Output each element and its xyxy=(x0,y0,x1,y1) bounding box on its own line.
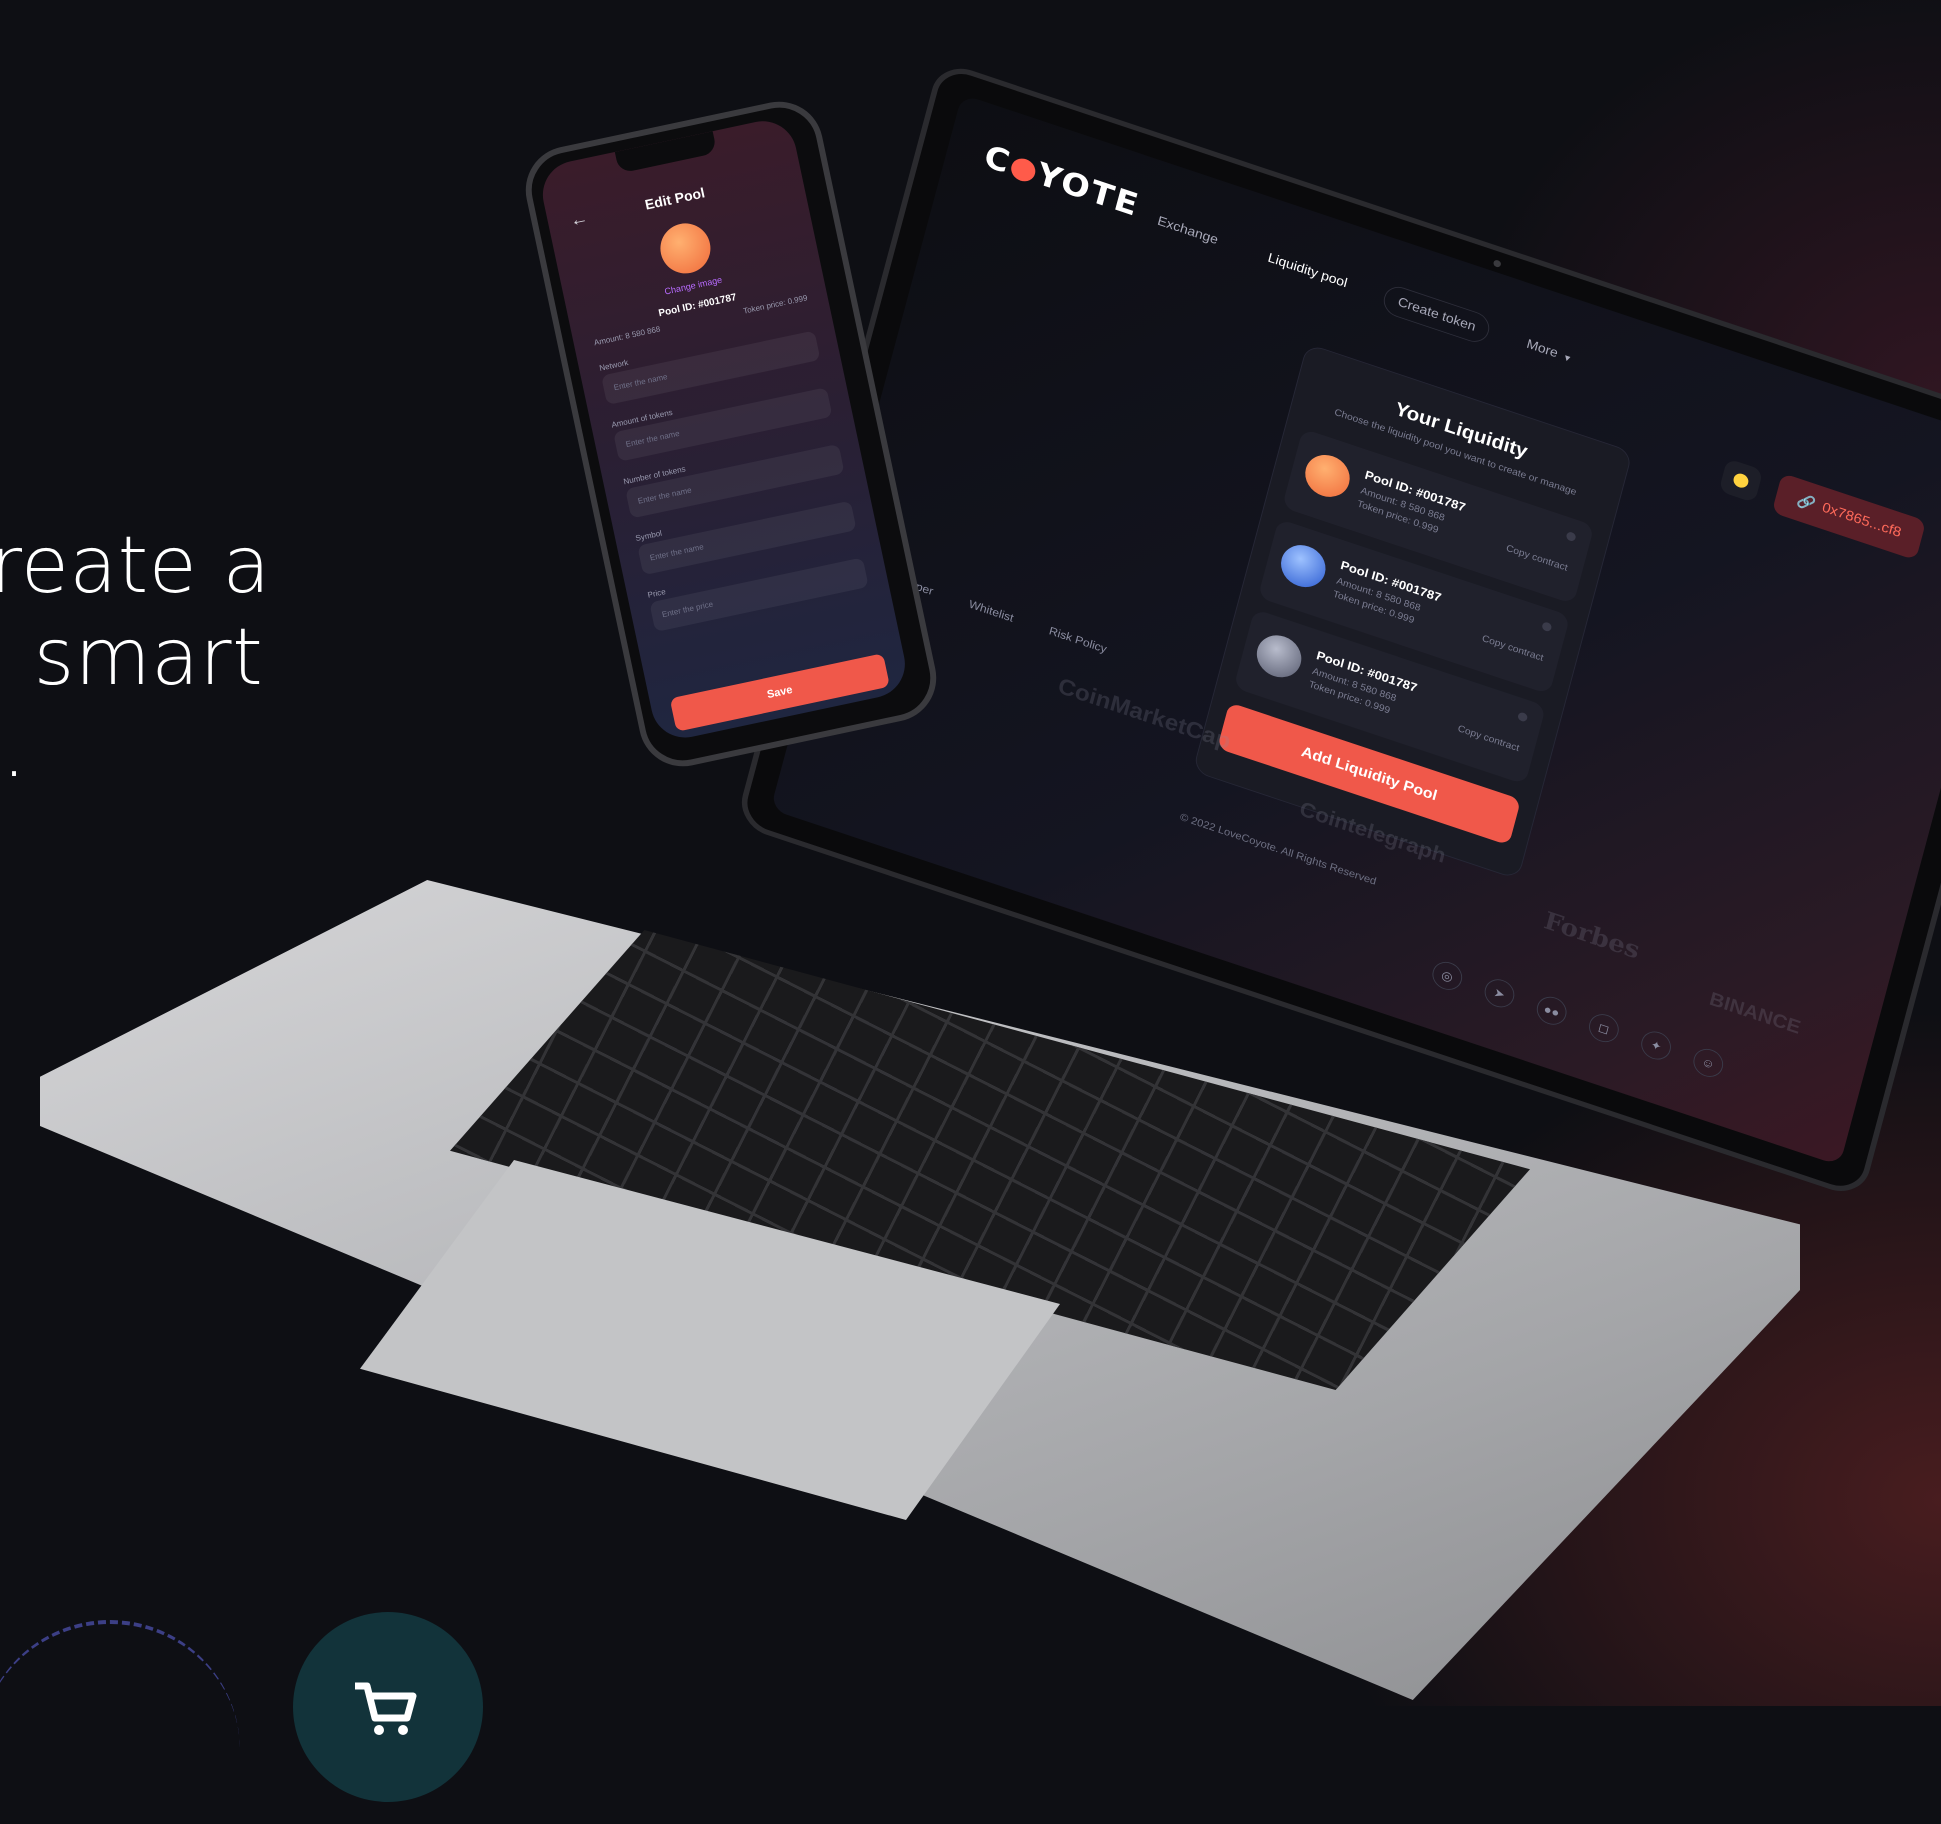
cart-icon xyxy=(355,1682,417,1735)
nav-liquidity-pool[interactable]: Liquidity pool xyxy=(1252,240,1364,303)
reddit-icon[interactable]: ☺ xyxy=(1690,1045,1727,1081)
field-placeholder: Enter the name xyxy=(624,428,681,449)
social-links: ◎ ➤ ●● ◻ ✦ ☺ xyxy=(1429,958,1727,1081)
pool-avatar xyxy=(655,218,716,279)
network-input[interactable]: Enter the name xyxy=(601,330,821,406)
telegram-icon[interactable]: ➤ xyxy=(1481,975,1518,1012)
field-placeholder: Enter the name xyxy=(649,542,705,563)
instagram-icon[interactable]: ◻ xyxy=(1585,1010,1622,1047)
pool-avatar xyxy=(1276,539,1331,593)
save-button[interactable]: Save xyxy=(669,653,890,732)
twitter-icon[interactable]: ✦ xyxy=(1638,1027,1674,1064)
cart-button[interactable] xyxy=(293,1612,483,1802)
liquidity-card: Your Liquidity Choose the liquidity pool… xyxy=(1192,343,1633,880)
pool-menu[interactable] xyxy=(1517,711,1529,723)
tokens-input[interactable]: Enter the name xyxy=(625,443,845,519)
phone-notch xyxy=(614,131,718,174)
link-icon: 🔗 xyxy=(1795,492,1817,513)
main-nav: Exchange Liquidity pool Create token Mor… xyxy=(1141,203,1588,378)
copy-contract-link[interactable]: Copy contract xyxy=(1505,543,1569,573)
field-placeholder: Enter the price xyxy=(661,599,714,620)
pool-menu[interactable] xyxy=(1541,621,1553,633)
hero-line: reate a xyxy=(0,521,271,611)
nav-more-label: More xyxy=(1525,336,1560,361)
medium-icon[interactable]: ●● xyxy=(1533,992,1570,1029)
phone-screen: ← Edit Pool Change image Pool ID: #00178… xyxy=(536,114,912,744)
price-input[interactable]: Enter the price xyxy=(649,557,869,633)
brand-binance: BINANCE xyxy=(1707,987,1804,1039)
field-placeholder: Enter the name xyxy=(612,372,669,393)
theme-toggle[interactable] xyxy=(1718,458,1764,504)
footer-link-risk-policy[interactable]: Risk Policy xyxy=(1048,624,1109,655)
coyote-logo[interactable]: C YOTE xyxy=(980,139,1143,224)
pool-avatar xyxy=(1252,629,1306,684)
wallet-address: 0x7865...cf8 xyxy=(1820,500,1903,541)
chevron-down-icon: ▼ xyxy=(1561,352,1573,365)
logo-mark-icon xyxy=(1009,155,1039,185)
edit-pool-title: Edit Pool xyxy=(643,184,707,213)
hero-line: B. xyxy=(0,705,27,795)
hero-line: a smart xyxy=(0,613,264,703)
wallet-button[interactable]: 🔗 0x7865...cf8 xyxy=(1771,472,1927,561)
decorative-dashed-arc xyxy=(0,1620,240,1824)
phone-device: ← Edit Pool Change image Pool ID: #00178… xyxy=(517,93,945,775)
nav-more[interactable]: More ▼ xyxy=(1510,326,1588,378)
field-label: Price xyxy=(646,587,667,600)
nav-create-token[interactable]: Create token xyxy=(1380,282,1493,347)
brand-forbes: Forbes xyxy=(1541,906,1643,965)
discord-icon[interactable]: ◎ xyxy=(1429,958,1466,994)
pool-menu[interactable] xyxy=(1565,530,1577,543)
nav-exchange[interactable]: Exchange xyxy=(1141,203,1234,260)
camera xyxy=(1492,259,1502,269)
footer-link-whitelist[interactable]: Whitelist xyxy=(968,597,1016,624)
copy-contract-link[interactable]: Copy contract xyxy=(1457,724,1521,754)
app-screen: C YOTE Exchange Liquidity pool Create tok… xyxy=(770,94,1941,1166)
amount-input[interactable]: Enter the name xyxy=(613,387,833,462)
symbol-input[interactable]: Enter the name xyxy=(637,500,857,576)
copy-contract-link[interactable]: Copy contract xyxy=(1481,633,1545,663)
field-placeholder: Enter the name xyxy=(637,485,693,506)
pool-avatar xyxy=(1300,449,1355,503)
hero-text: reate a a smart B. xyxy=(0,520,271,796)
